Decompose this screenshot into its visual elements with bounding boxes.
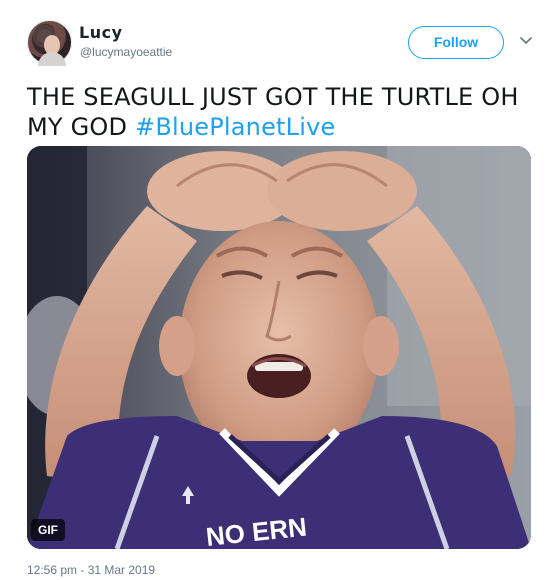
tweet-text: THE SEAGULL JUST GOT THE TURTLE OH MY GO… bbox=[27, 82, 527, 142]
avatar-shirt bbox=[38, 52, 66, 66]
gif-frame-crying-boy: NO ERN bbox=[27, 146, 531, 549]
follow-button[interactable]: Follow bbox=[408, 26, 504, 59]
display-name[interactable]: Lucy bbox=[79, 23, 123, 42]
hashtag-link[interactable]: #BluePlanetLive bbox=[135, 113, 335, 141]
avatar[interactable] bbox=[27, 20, 72, 66]
tweet-header: Lucy @lucymayoeattie Follow bbox=[0, 0, 550, 70]
user-handle[interactable]: @lucymayoeattie bbox=[80, 45, 172, 59]
tweet-media-gif[interactable]: NO ERN bbox=[27, 146, 531, 549]
tweet-timestamp[interactable]: 12:56 pm - 31 Mar 2019 bbox=[27, 563, 155, 577]
gif-badge: GIF bbox=[31, 519, 65, 541]
chevron-down-icon[interactable] bbox=[520, 36, 532, 46]
